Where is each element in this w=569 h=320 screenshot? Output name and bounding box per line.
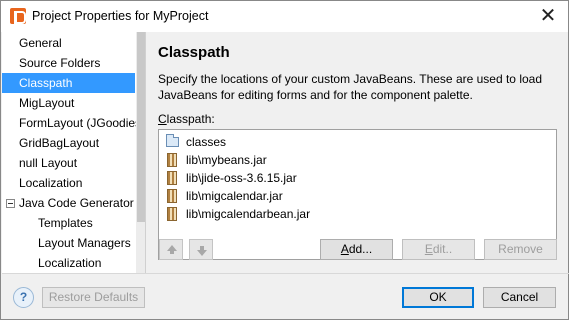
sidebar-item-layout-managers[interactable]: Layout Managers [2,233,135,253]
sidebar-item-general[interactable]: General [2,33,135,53]
classpath-label: Classpath: [158,112,215,126]
page-description: Specify the locations of your custom Jav… [158,72,542,102]
arrow-down-icon [197,246,207,256]
move-down-button[interactable] [189,239,213,260]
page-title: Classpath [158,44,230,61]
list-item[interactable]: lib\migcalendar.jar [164,187,283,205]
list-item[interactable]: lib\migcalendarbean.jar [164,205,310,223]
sidebar-item-code-localization[interactable]: Localization [2,253,135,273]
sidebar-item-label: Layout Managers [38,236,131,250]
jar-icon [167,207,177,221]
sidebar-item-label: FormLayout (JGoodies) [19,116,146,130]
sidebar-item-label: null Layout [19,156,78,170]
list-item[interactable]: lib\mybeans.jar [164,151,267,169]
arrow-up-icon [167,245,177,254]
sidebar-item-null-layout[interactable]: null Layout [2,153,135,173]
move-up-button[interactable] [159,239,183,260]
sidebar-item-label: Source Folders [19,56,101,70]
edit-button[interactable]: Edit.. [402,239,475,260]
sidebar-item-label: Localization [19,176,83,190]
sidebar-item-label: Templates [38,216,93,230]
sidebar-item-classpath[interactable]: Classpath [2,73,135,93]
sidebar-item-label: General [19,36,62,50]
classpath-panel: Classpath Specify the locations of your … [147,32,568,273]
sidebar-item-formlayout[interactable]: FormLayout (JGoodies) [2,113,145,133]
window-title: Project Properties for MyProject [32,9,209,23]
sidebar-item-templates[interactable]: Templates [2,213,135,233]
collapse-icon[interactable] [6,199,15,208]
close-icon[interactable]: ✕ [538,5,558,26]
title-bar: Project Properties for MyProject ✕ [1,1,568,32]
jar-icon [167,189,177,203]
sidebar-item-label: Classpath [19,76,73,90]
sidebar-scrollbar-thumb[interactable] [137,32,145,222]
sidebar-scrollbar[interactable] [136,32,145,273]
category-tree: General Source Folders Classpath MigLayo… [2,32,146,273]
footer-divider [2,273,569,274]
folder-icon [166,134,179,147]
sidebar-item-gridbaglayout[interactable]: GridBagLayout [2,133,135,153]
ok-button[interactable]: OK [402,287,474,308]
project-properties-dialog: Project Properties for MyProject ✕ Gener… [0,0,569,320]
sidebar-item-label: Localization [38,256,102,270]
add-button[interactable]: Add... [320,239,393,260]
remove-button[interactable]: Remove [484,239,557,260]
jar-icon [167,171,177,185]
sidebar-item-source-folders[interactable]: Source Folders [2,53,135,73]
sidebar-item-localization[interactable]: Localization [2,173,135,193]
jformdesigner-app-icon [10,8,26,24]
cancel-button[interactable]: Cancel [483,287,556,308]
sidebar-item-java-code-generator[interactable]: Java Code Generator [2,193,135,213]
sidebar-item-label: GridBagLayout [19,136,100,150]
help-icon[interactable]: ? [13,287,34,308]
sidebar-item-label: Java Code Generator [19,196,134,210]
list-item[interactable]: lib\jide-oss-3.6.15.jar [164,169,297,187]
sidebar-item-miglayout[interactable]: MigLayout [2,93,135,113]
jar-icon [167,153,177,167]
sidebar-item-label: MigLayout [19,96,75,110]
restore-defaults-button[interactable]: Restore Defaults [42,287,145,308]
list-item[interactable]: classes [164,133,226,151]
